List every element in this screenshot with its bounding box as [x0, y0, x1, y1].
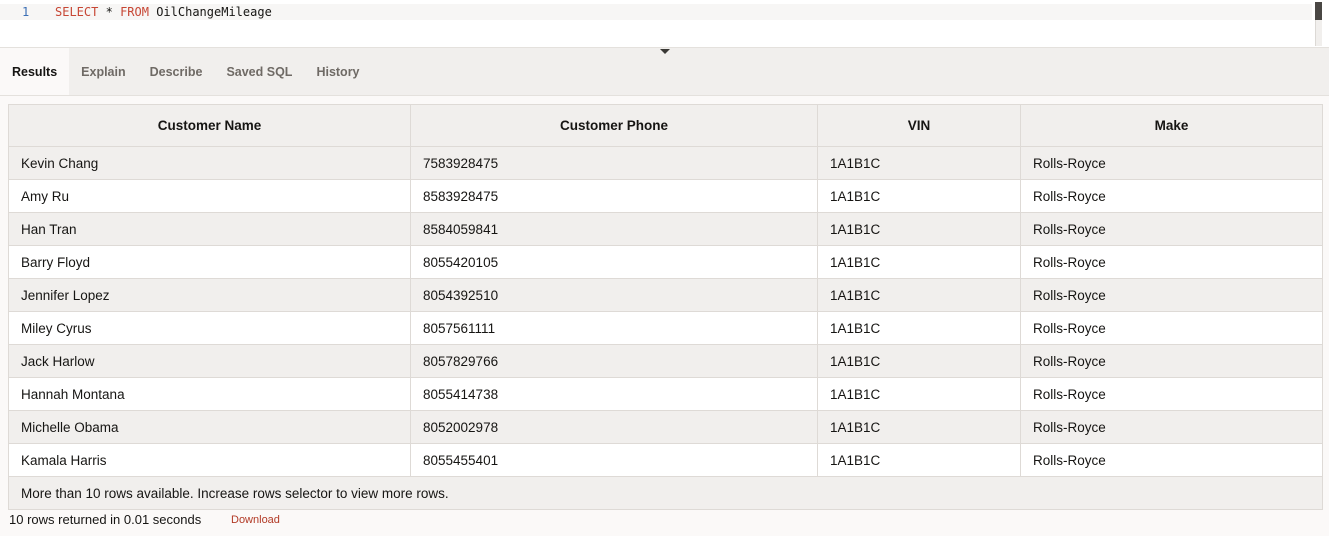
- sql-operator-star: *: [105, 5, 113, 19]
- sql-keyword-select: SELECT: [55, 5, 99, 19]
- sql-keyword-from: FROM: [120, 5, 149, 19]
- table-row: Miley Cyrus 8057561111 1A1B1C Rolls-Royce: [8, 311, 1323, 345]
- table-cell: 1A1B1C: [817, 311, 1021, 345]
- table-cell: 1A1B1C: [817, 443, 1021, 477]
- table-cell: Jack Harlow: [8, 344, 411, 378]
- table-row: Han Tran 8584059841 1A1B1C Rolls-Royce: [8, 212, 1323, 246]
- editor-scrollbar-thumb[interactable]: [1315, 2, 1322, 20]
- collapse-caret-icon[interactable]: [660, 49, 670, 54]
- tab-explain[interactable]: Explain: [69, 48, 137, 95]
- table-cell: 1A1B1C: [817, 212, 1021, 246]
- sql-table-name: OilChangeMileage: [156, 5, 272, 19]
- table-cell: Jennifer Lopez: [8, 278, 411, 312]
- column-header[interactable]: Customer Name: [8, 104, 411, 147]
- table-row: Jennifer Lopez 8054392510 1A1B1C Rolls-Royc…: [8, 278, 1323, 312]
- table-cell: Hannah Montana: [8, 377, 411, 411]
- table-cell: Rolls-Royce: [1020, 146, 1323, 180]
- table-cell: 8054392510: [410, 278, 818, 312]
- table-cell: 7583928475: [410, 146, 818, 180]
- table-cell: 8583928475: [410, 179, 818, 213]
- more-rows-note: More than 10 rows available. Increase ro…: [8, 476, 1323, 510]
- table-cell: 1A1B1C: [817, 377, 1021, 411]
- table-row: Kevin Chang 7583928475 1A1B1C Rolls-Royce: [8, 146, 1323, 180]
- table-cell: Rolls-Royce: [1020, 410, 1323, 444]
- table-footer-row: More than 10 rows available. Increase ro…: [8, 476, 1323, 510]
- table-row: Amy Ru 8583928475 1A1B1C Rolls-Royce: [8, 179, 1323, 213]
- table-cell: 1A1B1C: [817, 245, 1021, 279]
- table-cell: Rolls-Royce: [1020, 377, 1323, 411]
- table-cell: Miley Cyrus: [8, 311, 411, 345]
- table-cell: 8055420105: [410, 245, 818, 279]
- column-header[interactable]: VIN: [817, 104, 1021, 147]
- table-cell: Rolls-Royce: [1020, 278, 1323, 312]
- download-link[interactable]: Download: [231, 514, 280, 526]
- table-cell: 8584059841: [410, 212, 818, 246]
- table-cell: Rolls-Royce: [1020, 179, 1323, 213]
- table-cell: Rolls-Royce: [1020, 245, 1323, 279]
- line-number: 1: [22, 5, 30, 19]
- table-row: Michelle Obama 8052002978 1A1B1C Rolls-Royc…: [8, 410, 1323, 444]
- table-cell: 8055455401: [410, 443, 818, 477]
- table-cell: 1A1B1C: [817, 410, 1021, 444]
- sql-editor[interactable]: 1 SELECT * FROM OilChangeMileage: [0, 0, 1329, 48]
- column-header[interactable]: Make: [1020, 104, 1323, 147]
- table-cell: Amy Ru: [8, 179, 411, 213]
- table-cell: 8055414738: [410, 377, 818, 411]
- table-cell: 1A1B1C: [817, 146, 1021, 180]
- table-cell: 1A1B1C: [817, 344, 1021, 378]
- table-cell: Barry Floyd: [8, 245, 411, 279]
- table-row: Jack Harlow 8057829766 1A1B1C Rolls-Royce: [8, 344, 1323, 378]
- table-header-row: Customer Name Customer Phone VIN Make: [8, 104, 1323, 147]
- table-cell: Rolls-Royce: [1020, 344, 1323, 378]
- tab-history[interactable]: History: [304, 48, 371, 95]
- results-table: Customer Name Customer Phone VIN Make Kevin…: [8, 104, 1323, 510]
- table-cell: Michelle Obama: [8, 410, 411, 444]
- rows-returned-status: 10 rows returned in 0.01 seconds: [9, 512, 202, 527]
- table-cell: 1A1B1C: [817, 179, 1021, 213]
- table-row: Barry Floyd 8055420105 1A1B1C Rolls-Royce: [8, 245, 1323, 279]
- table-cell: Rolls-Royce: [1020, 443, 1323, 477]
- tab-results[interactable]: Results: [0, 48, 70, 95]
- tab-describe[interactable]: Describe: [138, 48, 215, 95]
- results-grid: Customer Name Customer Phone VIN Make Kevin…: [8, 104, 1323, 510]
- table-cell: Rolls-Royce: [1020, 311, 1323, 345]
- table-row: Kamala Harris 8055455401 1A1B1C Rolls-Royce: [8, 443, 1323, 477]
- table-cell: 8057561111: [410, 311, 818, 345]
- table-row: Hannah Montana 8055414738 1A1B1C Rolls-Royc…: [8, 377, 1323, 411]
- table-cell: Kevin Chang: [8, 146, 411, 180]
- table-cell: Han Tran: [8, 212, 411, 246]
- tab-saved-sql[interactable]: Saved SQL: [214, 48, 304, 95]
- column-header[interactable]: Customer Phone: [410, 104, 818, 147]
- table-cell: 1A1B1C: [817, 278, 1021, 312]
- table-cell: 8057829766: [410, 344, 818, 378]
- results-tab-bar: Results Explain Describe Saved SQL History: [0, 48, 1329, 96]
- table-cell: Kamala Harris: [8, 443, 411, 477]
- table-cell: Rolls-Royce: [1020, 212, 1323, 246]
- sql-code-line[interactable]: SELECT * FROM OilChangeMileage: [55, 5, 272, 19]
- table-cell: 8052002978: [410, 410, 818, 444]
